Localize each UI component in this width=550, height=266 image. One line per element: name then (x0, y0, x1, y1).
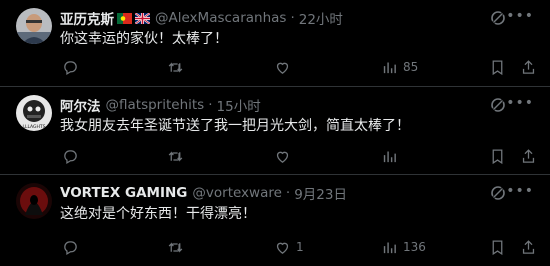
views-button[interactable]: 85 (381, 59, 418, 76)
share-icon (522, 148, 535, 163)
display-name[interactable]: VORTEX GAMING (60, 185, 187, 201)
like-button[interactable]: 1 (274, 239, 304, 256)
username[interactable]: @AlexMascaranhas (155, 10, 286, 26)
share-button[interactable] (520, 239, 537, 256)
username[interactable]: @vortexware (192, 185, 282, 201)
tweet[interactable]: VORTEX GAMING @vortexware · 9月23日 ••• 这绝… (0, 175, 550, 266)
timestamp[interactable]: 22小时 (299, 8, 343, 28)
action-bar: 85 (60, 58, 536, 76)
views-icon (383, 151, 396, 162)
bookmark-button[interactable] (489, 148, 506, 165)
retweet-button[interactable] (167, 148, 189, 165)
share-icon (522, 59, 535, 74)
separator: · (285, 185, 291, 201)
avatar[interactable] (16, 8, 52, 44)
avatar-text: LLLAGHTS (22, 124, 45, 130)
view-count: 136 (403, 240, 426, 254)
display-name[interactable]: 阿尔法 (60, 95, 101, 115)
bookmark-icon (492, 59, 503, 75)
tweet-text: 你这幸运的家伙！太棒了！ (60, 31, 228, 47)
views-button[interactable] (381, 148, 403, 165)
reply-icon (64, 149, 77, 164)
heart-icon (276, 242, 289, 254)
display-name[interactable]: 亚历克斯 (60, 8, 114, 28)
bookmark-icon (492, 148, 503, 164)
share-button[interactable] (520, 59, 537, 76)
share-icon (522, 239, 535, 254)
retweet-button[interactable] (167, 59, 189, 76)
timestamp[interactable]: 9月23日 (294, 183, 347, 203)
like-button[interactable] (274, 148, 296, 165)
view-count: 85 (403, 60, 419, 74)
tweet[interactable]: LLLAGHTS 阿尔法 @flatspritehits · 15小时 ••• … (0, 87, 550, 175)
views-icon (383, 242, 396, 253)
more-options-icon[interactable]: ••• (506, 8, 534, 24)
more-options-icon[interactable]: ••• (506, 183, 534, 199)
heart-icon (276, 151, 289, 163)
username[interactable]: @flatspritehits (106, 97, 205, 113)
bookmark-button[interactable] (489, 239, 506, 256)
separator: · (208, 97, 213, 113)
portugal-flag-icon (117, 12, 132, 24)
uk-flag-icon (134, 11, 151, 25)
retweet-button[interactable] (167, 239, 189, 256)
grok-icon[interactable] (490, 97, 506, 113)
heart-icon (276, 62, 289, 74)
like-button[interactable] (274, 59, 296, 76)
reply-button[interactable] (62, 239, 84, 256)
views-icon (383, 62, 396, 73)
like-count: 1 (296, 240, 304, 254)
retweet-icon (168, 61, 183, 73)
avatar[interactable]: LLLAGHTS (16, 95, 52, 131)
avatar[interactable] (16, 183, 52, 219)
action-bar: 1 136 (60, 238, 536, 256)
reply-button[interactable] (62, 148, 84, 165)
more-options-icon[interactable]: ••• (506, 95, 534, 111)
reply-icon (64, 60, 77, 75)
reply-button[interactable] (62, 59, 84, 76)
retweet-icon (168, 241, 183, 253)
separator: · (290, 10, 295, 26)
views-button[interactable]: 136 (381, 239, 426, 256)
grok-icon[interactable] (490, 185, 506, 201)
tweet-text: 这绝对是个好东西！干得漂亮！ (60, 206, 256, 222)
bookmark-icon (492, 239, 503, 255)
bookmark-button[interactable] (489, 59, 506, 76)
timestamp[interactable]: 15小时 (217, 95, 261, 115)
retweet-icon (168, 150, 183, 162)
tweet[interactable]: 亚历克斯 @AlexMascaranhas · 22小时 ••• 你这幸运的家伙… (0, 0, 550, 87)
share-button[interactable] (520, 148, 537, 165)
reply-icon (64, 240, 77, 255)
tweet-text: 我女朋友去年圣诞节送了我一把月光大剑，简直太棒了！ (60, 118, 410, 134)
action-bar (60, 147, 536, 165)
grok-icon[interactable] (490, 10, 506, 26)
